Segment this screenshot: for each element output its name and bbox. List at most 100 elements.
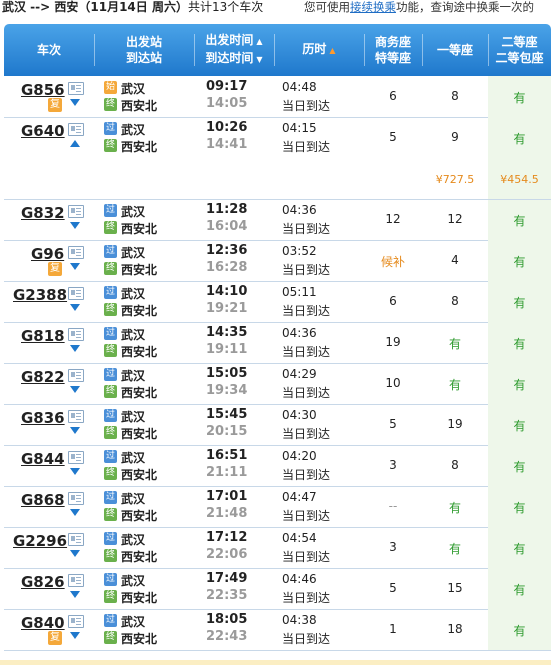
second-class-cell[interactable]: 有 xyxy=(488,322,551,363)
train-number-link[interactable]: G2296 xyxy=(13,532,67,550)
second-class-cell[interactable]: 有 xyxy=(488,281,551,322)
table-row[interactable]: G868 过武汉终西安北 17:01 21:48 04:47 当日到达 -- 有 有 xyxy=(4,486,551,528)
train-number-link[interactable]: G822 xyxy=(21,368,65,386)
table-row[interactable]: G836 过武汉终西安北 15:45 20:15 04:30 当日到达 5 19 有 xyxy=(4,404,551,446)
business-seat-cell[interactable]: 6 xyxy=(364,281,422,322)
table-row[interactable]: G2388 过武汉终西安北 14:10 19:21 05:11 当日到达 6 8 有 xyxy=(4,281,551,323)
detail-doc-icon[interactable] xyxy=(68,205,84,218)
detail-doc-icon[interactable] xyxy=(68,123,84,136)
col-duration[interactable]: 历时 ▲ xyxy=(274,24,364,76)
chevron-down-icon[interactable] xyxy=(70,427,80,434)
second-class-cell[interactable]: 有 xyxy=(488,363,551,404)
train-number-link[interactable]: G856 xyxy=(21,81,65,99)
business-seat-cell[interactable]: 5 xyxy=(364,117,422,158)
table-row[interactable]: G832 过武汉终西安北 11:28 16:04 04:36 当日到达 12 12 有 xyxy=(4,199,551,241)
detail-doc-icon[interactable] xyxy=(68,82,84,95)
detail-doc-icon[interactable] xyxy=(68,533,84,546)
table-row[interactable]: G844 过武汉终西安北 16:51 21:11 04:20 当日到达 3 8 有 xyxy=(4,445,551,487)
chevron-down-icon[interactable] xyxy=(70,345,80,352)
train-number-link[interactable]: G818 xyxy=(21,327,65,345)
business-seat-cell[interactable]: 3 xyxy=(364,445,422,486)
first-class-cell[interactable]: 15 xyxy=(422,568,488,609)
business-seat-cell[interactable]: 5 xyxy=(364,568,422,609)
col-duration-label[interactable]: 历时 xyxy=(302,42,326,56)
first-class-cell[interactable]: 有 xyxy=(422,363,488,404)
detail-doc-icon[interactable] xyxy=(68,615,84,628)
second-class-cell[interactable]: 有 xyxy=(488,486,551,527)
col-arr-label[interactable]: 到达时间 xyxy=(205,51,253,65)
first-class-cell[interactable]: 9 xyxy=(422,117,488,158)
chevron-down-icon[interactable] xyxy=(70,304,80,311)
second-class-cell[interactable]: 有 xyxy=(488,117,551,158)
train-number-link[interactable]: G840 xyxy=(21,614,65,632)
detail-doc-icon[interactable] xyxy=(68,369,84,382)
train-number-link[interactable]: G96 xyxy=(31,245,64,263)
sort-up-icon[interactable]: ▲ xyxy=(256,37,262,46)
table-row[interactable]: G640 过武汉终西安北 10:26 14:41 04:15 当日到达 5 9 有 xyxy=(4,117,551,159)
table-row[interactable]: G840 复过武汉终西安北 18:05 22:43 04:38 当日到达 1 18 有 xyxy=(4,609,551,651)
chevron-down-icon[interactable] xyxy=(70,386,80,393)
detail-doc-icon[interactable] xyxy=(68,287,84,300)
train-number-link[interactable]: G832 xyxy=(21,204,65,222)
chevron-down-icon[interactable] xyxy=(70,591,80,598)
transfer-link[interactable]: 接续换乘 xyxy=(350,0,396,14)
sort-down-icon[interactable]: ▼ xyxy=(256,55,262,64)
business-seat-cell[interactable]: 6 xyxy=(364,76,422,117)
train-number-link[interactable]: G844 xyxy=(21,450,65,468)
train-number-link[interactable]: G836 xyxy=(21,409,65,427)
train-number-link[interactable]: G640 xyxy=(21,122,65,140)
table-row[interactable]: G2296 过武汉终西安北 17:12 22:06 04:54 当日到达 3 有 有 xyxy=(4,527,551,569)
train-number-link[interactable]: G2388 xyxy=(13,286,67,304)
second-class-cell[interactable]: 有 xyxy=(488,240,551,281)
table-row[interactable]: G826 过武汉终西安北 17:49 22:35 04:46 当日到达 5 15 有 xyxy=(4,568,551,610)
business-seat-cell[interactable]: 候补 xyxy=(364,240,422,281)
chevron-down-icon[interactable] xyxy=(70,222,80,229)
second-class-cell[interactable]: 有 xyxy=(488,199,551,240)
detail-doc-icon[interactable] xyxy=(68,451,84,464)
chevron-up-icon[interactable] xyxy=(70,140,80,147)
first-class-cell[interactable]: 18 xyxy=(422,609,488,650)
table-row[interactable]: G822 过武汉终西安北 15:05 19:34 04:29 当日到达 10 有 有 xyxy=(4,363,551,405)
chevron-down-icon[interactable] xyxy=(70,632,80,639)
business-seat-cell[interactable]: 5 xyxy=(364,404,422,445)
col-times[interactable]: 出发时间 ▲ 到达时间 ▼ xyxy=(194,24,274,76)
business-seat-cell[interactable]: -- xyxy=(364,486,422,527)
chevron-down-icon[interactable] xyxy=(70,509,80,516)
table-row[interactable]: G818 过武汉终西安北 14:35 19:11 04:36 当日到达 19 有 有 xyxy=(4,322,551,364)
first-class-cell[interactable]: 8 xyxy=(422,445,488,486)
train-number-link[interactable]: G826 xyxy=(21,573,65,591)
detail-doc-icon[interactable] xyxy=(68,492,84,505)
business-seat-cell[interactable]: 19 xyxy=(364,322,422,363)
col-dep-label[interactable]: 出发时间 xyxy=(205,33,253,47)
first-class-cell[interactable]: 有 xyxy=(422,322,488,363)
first-class-cell[interactable]: 有 xyxy=(422,486,488,527)
train-number-link[interactable]: G868 xyxy=(21,491,65,509)
sort-up-icon[interactable]: ▲ xyxy=(329,46,335,55)
detail-doc-icon[interactable] xyxy=(68,410,84,423)
first-class-cell[interactable]: 8 xyxy=(422,281,488,322)
second-class-cell[interactable]: 有 xyxy=(488,527,551,568)
business-seat-cell[interactable]: 12 xyxy=(364,199,422,240)
table-row[interactable]: G96 复过武汉终西安北 12:36 16:28 03:52 当日到达 候补 4 有 xyxy=(4,240,551,282)
second-class-cell[interactable]: 有 xyxy=(488,404,551,445)
first-class-cell[interactable]: 8 xyxy=(422,76,488,117)
first-class-cell[interactable]: 12 xyxy=(422,199,488,240)
business-seat-cell[interactable]: 10 xyxy=(364,363,422,404)
detail-doc-icon[interactable] xyxy=(68,574,84,587)
chevron-down-icon[interactable] xyxy=(70,99,80,106)
table-row[interactable]: G856 复始武汉终西安北 09:17 14:05 04:48 当日到达 6 8 有 xyxy=(4,76,551,118)
business-seat-cell[interactable]: 1 xyxy=(364,609,422,650)
first-class-cell[interactable]: 有 xyxy=(422,527,488,568)
second-class-cell[interactable]: 有 xyxy=(488,445,551,486)
chevron-down-icon[interactable] xyxy=(70,263,80,270)
second-class-cell[interactable]: 有 xyxy=(488,568,551,609)
business-seat-cell[interactable]: 3 xyxy=(364,527,422,568)
detail-doc-icon[interactable] xyxy=(68,246,84,259)
second-class-cell[interactable]: 有 xyxy=(488,76,551,117)
detail-doc-icon[interactable] xyxy=(68,328,84,341)
first-class-cell[interactable]: 19 xyxy=(422,404,488,445)
chevron-down-icon[interactable] xyxy=(70,550,80,557)
second-class-cell[interactable]: 有 xyxy=(488,609,551,650)
chevron-down-icon[interactable] xyxy=(70,468,80,475)
first-class-cell[interactable]: 4 xyxy=(422,240,488,281)
